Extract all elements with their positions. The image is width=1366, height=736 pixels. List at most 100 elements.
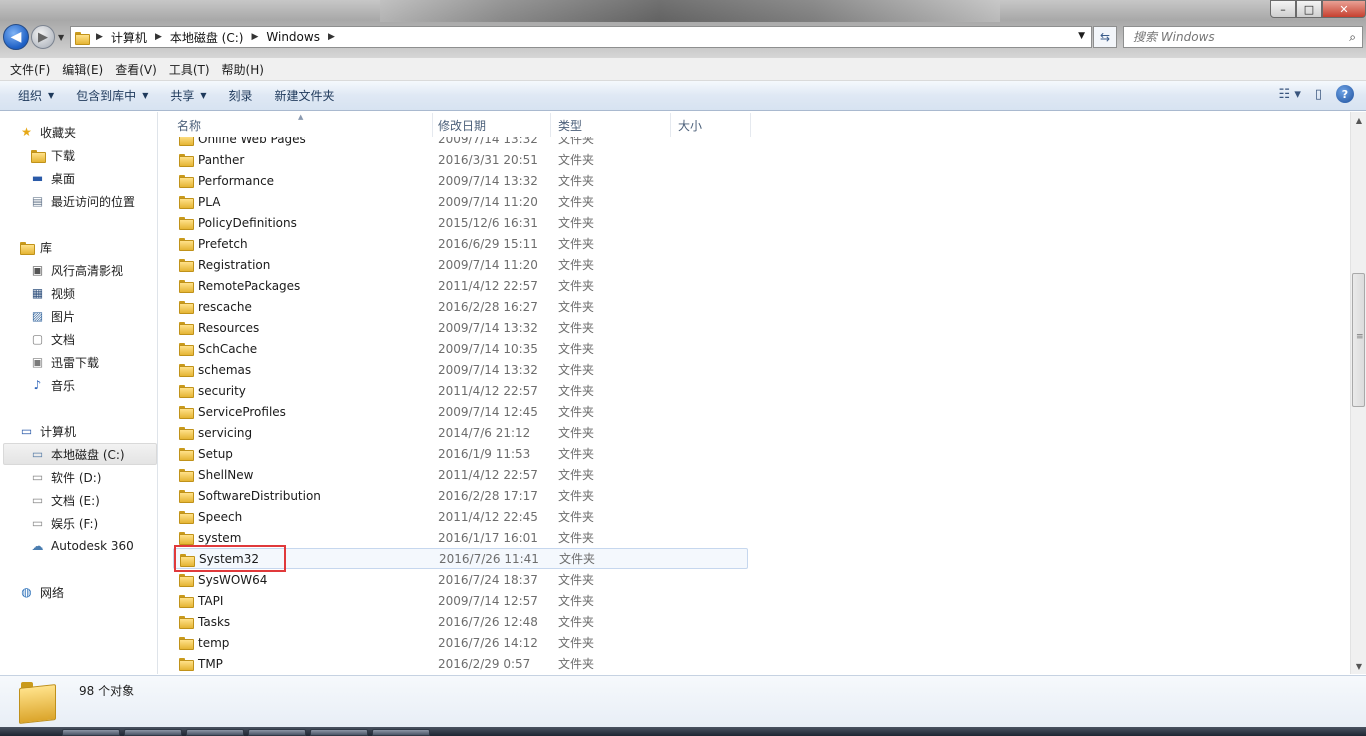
chevron-right-icon[interactable]: ▶	[155, 32, 162, 42]
preview-pane-icon[interactable]: ▯	[1315, 87, 1322, 102]
table-row[interactable]: Resources 2009/7/14 13:32 文件夹	[173, 317, 748, 338]
nav-favorites[interactable]: ★ 收藏夹	[18, 121, 76, 143]
chevron-right-icon[interactable]: ▶	[251, 32, 258, 42]
help-icon[interactable]: ?	[1336, 85, 1354, 103]
taskbar-button[interactable]	[310, 729, 368, 736]
menu-file[interactable]: 文件(F)	[4, 61, 56, 78]
table-row[interactable]: Panther 2016/3/31 20:51 文件夹	[173, 149, 748, 170]
refresh-icon: ⇆	[1099, 30, 1111, 44]
maximize-button[interactable]: □	[1296, 0, 1322, 18]
crumb-computer[interactable]: 计算机	[111, 29, 147, 46]
organize-button[interactable]: 组织 ▼	[9, 87, 63, 104]
column-size[interactable]: 大小	[670, 113, 751, 137]
table-row[interactable]: SchCache 2009/7/14 10:35 文件夹	[173, 338, 748, 359]
view-options-icon[interactable]: ☷ ▾	[1279, 87, 1301, 102]
forward-button[interactable]: ▶	[31, 25, 55, 49]
share-button[interactable]: 共享 ▼	[161, 87, 215, 104]
table-row[interactable]: Tasks 2016/7/26 12:48 文件夹	[173, 611, 748, 632]
nav-item-label: 软件 (D:)	[51, 470, 102, 485]
taskbar-button[interactable]	[62, 729, 120, 736]
table-row[interactable]: temp 2016/7/26 14:12 文件夹	[173, 632, 748, 653]
scroll-down-icon[interactable]: ▼	[1351, 658, 1366, 674]
column-name[interactable]: 名称	[169, 113, 433, 137]
file-date: 2011/4/12 22:57	[438, 467, 538, 482]
table-row[interactable]: ServiceProfiles 2009/7/14 12:45 文件夹	[173, 401, 748, 422]
table-row[interactable]: RemotePackages 2011/4/12 22:57 文件夹	[173, 275, 748, 296]
nav-computer[interactable]: ▭ 计算机	[18, 420, 76, 442]
folder-icon	[179, 489, 194, 503]
address-bar[interactable]: ▶ 计算机 ▶ 本地磁盘 (C:) ▶ Windows ▶ ▼	[70, 26, 1092, 48]
folder-icon	[179, 594, 194, 608]
nav-item-downloads[interactable]: 下载	[29, 144, 75, 166]
nav-item-recent-places[interactable]: ▤ 最近访问的位置	[29, 190, 135, 212]
menu-tools[interactable]: 工具(T)	[163, 61, 216, 78]
table-row[interactable]: Performance 2009/7/14 13:32 文件夹	[173, 170, 748, 191]
chevron-right-icon[interactable]: ▶	[328, 32, 335, 42]
table-row[interactable]: PLA 2009/7/14 11:20 文件夹	[173, 191, 748, 212]
table-row[interactable]: Registration 2009/7/14 11:20 文件夹	[173, 254, 748, 275]
nav-item-local-disk-c[interactable]: ▭ 本地磁盘 (C:)	[3, 443, 157, 465]
table-row[interactable]: rescache 2016/2/28 16:27 文件夹	[173, 296, 748, 317]
table-row[interactable]: SysWOW64 2016/7/24 18:37 文件夹	[173, 569, 748, 590]
folder-icon	[179, 426, 194, 440]
include-in-library-button[interactable]: 包含到库中 ▼	[67, 87, 157, 104]
table-row[interactable]: SoftwareDistribution 2016/2/28 17:17 文件夹	[173, 485, 748, 506]
taskbar-button[interactable]	[186, 729, 244, 736]
search-icon[interactable]: ⌕	[1349, 30, 1356, 45]
nav-item-drive-d[interactable]: ▭ 软件 (D:)	[29, 466, 102, 488]
table-row[interactable]: Setup 2016/1/9 11:53 文件夹	[173, 443, 748, 464]
nav-item-music[interactable]: ♪ 音乐	[29, 374, 75, 396]
search-input[interactable]	[1133, 30, 1333, 44]
column-type[interactable]: 类型	[550, 113, 671, 137]
table-row[interactable]: TAPI 2009/7/14 12:57 文件夹	[173, 590, 748, 611]
nav-item-thunder-downloads[interactable]: ▣ 迅雷下载	[29, 351, 99, 373]
nav-item-desktop[interactable]: ▬ 桌面	[29, 167, 75, 189]
scrollbar-thumb[interactable]	[1352, 273, 1365, 407]
refresh-button[interactable]: ⇆	[1093, 26, 1117, 48]
burn-button[interactable]: 刻录	[220, 87, 262, 104]
menu-view[interactable]: 查看(V)	[109, 61, 163, 78]
scroll-up-icon[interactable]: ▲	[1351, 112, 1366, 128]
table-row[interactable]: servicing 2014/7/6 21:12 文件夹	[173, 422, 748, 443]
column-date[interactable]: 修改日期	[430, 113, 551, 137]
nav-item-autodesk-360[interactable]: ☁ Autodesk 360	[29, 535, 134, 557]
crumb-local-disk[interactable]: 本地磁盘 (C:)	[170, 29, 244, 46]
file-date: 2009/7/14 11:20	[438, 194, 538, 209]
table-row[interactable]: Speech 2011/4/12 22:45 文件夹	[173, 506, 748, 527]
nav-item-drive-e[interactable]: ▭ 文档 (E:)	[29, 489, 100, 511]
file-name: Performance	[198, 173, 275, 188]
nav-libraries[interactable]: 库	[18, 236, 52, 258]
table-row[interactable]: ShellNew 2011/4/12 22:57 文件夹	[173, 464, 748, 485]
nav-item-pictures[interactable]: ▨ 图片	[29, 305, 75, 327]
minimize-button[interactable]: –	[1270, 0, 1296, 18]
table-row[interactable]: PolicyDefinitions 2015/12/6 16:31 文件夹	[173, 212, 748, 233]
table-row[interactable]: security 2011/4/12 22:57 文件夹	[173, 380, 748, 401]
new-folder-button[interactable]: 新建文件夹	[266, 87, 344, 104]
computer-icon: ▭	[20, 424, 33, 438]
nav-item-drive-f[interactable]: ▭ 娱乐 (F:)	[29, 512, 98, 534]
table-row[interactable]: TMP 2016/2/29 0:57 文件夹	[173, 653, 748, 674]
nav-network[interactable]: ◍ 网络	[18, 581, 64, 603]
nav-item-fengxing[interactable]: ▣ 风行高清影视	[29, 259, 123, 281]
table-row[interactable]: Prefetch 2016/6/29 15:11 文件夹	[173, 233, 748, 254]
nav-item-label: 最近访问的位置	[51, 194, 136, 209]
close-button[interactable]: ✕	[1322, 0, 1366, 18]
crumb-windows[interactable]: Windows	[266, 30, 320, 44]
table-row[interactable]: schemas 2009/7/14 13:32 文件夹	[173, 359, 748, 380]
back-button[interactable]: ◀	[3, 24, 29, 50]
network-icon: ◍	[21, 585, 32, 599]
recent-pages-dropdown[interactable]: ▼	[58, 33, 64, 42]
file-type: 文件夹	[558, 489, 595, 503]
menu-edit[interactable]: 编辑(E)	[56, 61, 109, 78]
nav-item-videos[interactable]: ▦ 视频	[29, 282, 75, 304]
taskbar-button[interactable]	[372, 729, 430, 736]
search-box[interactable]: ⌕	[1123, 26, 1363, 48]
taskbar-button[interactable]	[248, 729, 306, 736]
address-history-dropdown[interactable]: ▼	[1078, 31, 1085, 41]
vertical-scrollbar[interactable]: ▲ ▼	[1350, 112, 1366, 674]
nav-item-documents[interactable]: ▢ 文档	[29, 328, 75, 350]
table-row[interactable]: Online Web Pages 2009/7/14 13:32 文件夹	[173, 137, 748, 149]
taskbar-button[interactable]	[124, 729, 182, 736]
file-name: Online Web Pages	[198, 137, 306, 146]
menu-help[interactable]: 帮助(H)	[216, 61, 270, 78]
